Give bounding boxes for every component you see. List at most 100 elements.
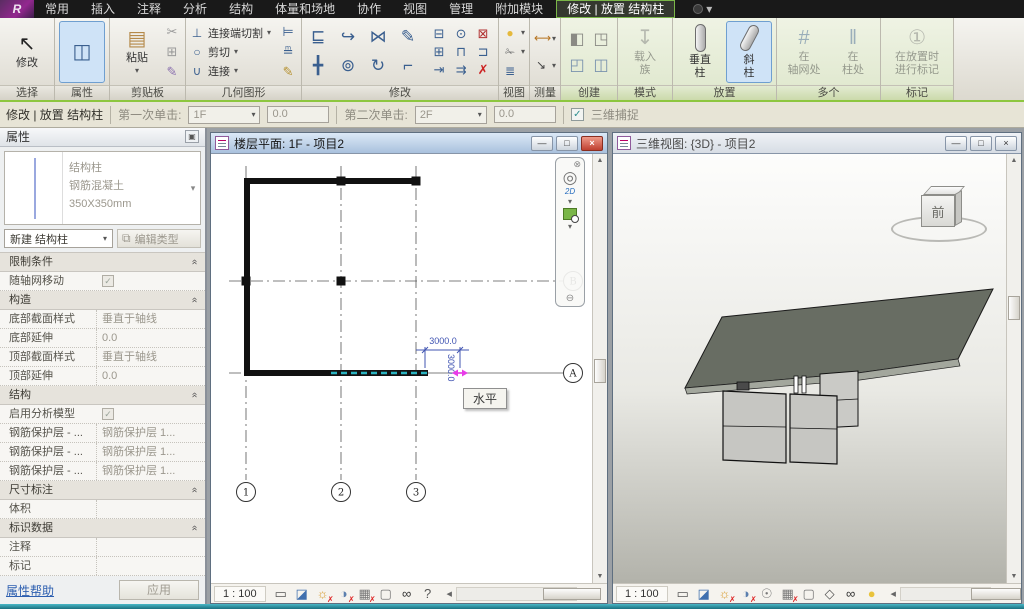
ribbon-tab[interactable]: 常用 [34,0,80,18]
properties-toggle-button[interactable]: ◫ [59,21,105,83]
rendering-icon[interactable]: ☉ [758,586,776,602]
chevron-down-icon[interactable]: ▾ [186,152,200,225]
property-row[interactable]: 底部延伸 0.0 ✓ » [0,329,205,348]
modify-button[interactable]: ↖ 修改 [4,21,50,83]
property-row[interactable]: 顶部延伸 0.0 ✓ » [0,367,205,386]
navbar-close-icon[interactable]: ⊗ [573,160,581,168]
panel-label[interactable]: 修改 [302,85,498,100]
shadows-icon[interactable]: ◑ ✗ [737,586,755,602]
chevron-down-icon[interactable]: ▾ [568,197,572,206]
viewcube-front-face[interactable]: 前 [921,195,955,227]
beam-wall-join-icon[interactable]: ⊨ [279,24,297,40]
move-icon[interactable]: ╋ [306,54,330,78]
analytical-model-icon[interactable]: ? [419,586,437,602]
property-row[interactable]: 限制条件 ✓ » [0,253,205,272]
show-crop-icon[interactable]: ▢ [800,586,818,602]
property-row[interactable]: 底部截面样式 垂直于轴线 ✓ » [0,310,205,329]
scale-icon[interactable]: ⊓ [452,44,470,60]
sun-path-icon[interactable]: ☼ ✗ [716,586,734,602]
dimension-value-vertical[interactable]: 3000.0 [446,354,456,382]
panel-label[interactable]: 多个 [777,85,880,100]
scroll-left-icon[interactable]: ◀ [443,590,456,598]
create-assembly-icon[interactable]: ◰ [568,57,586,73]
join-tool[interactable]: ∪ 连接 ▾ [190,62,271,79]
second-click-level-select[interactable]: 2F ▾ [415,106,487,124]
tag-on-placement-button[interactable]: ① 在放置时 进行标记 [885,21,949,83]
reveal-hidden-icon[interactable]: ∞ [842,586,860,602]
ribbon-tab[interactable]: 管理 [438,0,484,18]
chevron-down-icon[interactable]: ▾ [568,222,572,231]
cut-icon[interactable]: ✂ [163,24,181,40]
grid-bubble-2[interactable]: 2 [338,488,344,499]
property-row[interactable]: 随轴网移动 ✓ » [0,272,205,291]
3d-vertical-scrollbar[interactable]: ▲ ▼ [1006,154,1021,583]
paste-button[interactable]: ▤ 粘贴 ▾ [114,21,160,83]
at-columns-button[interactable]: ‖ 在 柱处 [830,21,876,83]
checkbox-checked-icon[interactable]: ✓ [102,408,114,420]
dimension-value[interactable]: 3000.0 [429,336,457,346]
trim-corner-icon[interactable]: ⌐ [396,54,420,78]
hide-isolate-icon[interactable]: ● ▾ [503,24,525,41]
ribbon-tab[interactable]: 结构 [218,0,264,18]
show-crop-icon[interactable]: ▢ [377,586,395,602]
first-click-offset-input[interactable]: 0.0 [267,106,329,123]
properties-help-link[interactable]: 属性帮助 [6,582,54,599]
section-collapse-icon[interactable]: » [186,259,204,265]
rotate-icon[interactable]: ↻ [366,54,390,78]
property-row[interactable]: 构造 ✓ » [0,291,205,310]
create-group-icon[interactable]: ◧ [568,31,586,47]
navbar-collapse-icon[interactable]: ⊖ [566,293,574,304]
section-collapse-icon[interactable]: » [186,297,204,303]
create-similar-icon[interactable]: ◳ [592,31,610,47]
ribbon-display-toggle[interactable]: ▾ [685,0,720,18]
ribbon-tab[interactable]: 协作 [346,0,392,18]
mirror-draw-icon[interactable]: ✎ [396,25,420,49]
measure-ruler-icon[interactable]: ⟷ ▾ [534,30,556,47]
property-row[interactable]: 钢筋保护层 - ... 钢筋保护层 1... ✓ » [0,443,205,462]
reveal-hidden-icon[interactable]: ∞ [398,586,416,602]
scroll-up-icon[interactable]: ▲ [593,154,607,167]
trim-extend-multi-icon[interactable]: ⇉ [452,62,470,78]
type-selector[interactable]: 结构柱 钢筋混凝土 350X350mm ▾ [4,151,201,226]
scrollbar-thumb[interactable] [1008,296,1020,320]
section-collapse-icon[interactable]: » [186,525,204,531]
restore-button[interactable]: □ [556,136,578,151]
wall-join-icon[interactable]: ≞ [279,44,297,60]
pin-icon[interactable]: ⊐ [474,44,492,60]
section-collapse-icon[interactable]: » [186,392,204,398]
offset-icon[interactable]: ↪ [336,25,360,49]
3d-canvas[interactable]: 前 [613,154,1006,583]
visual-style-icon[interactable]: ◪ [293,586,311,602]
at-grids-button[interactable]: # 在 轴网处 [781,21,827,83]
crop-view-icon[interactable]: ▦ ✗ [779,586,797,602]
navigation-bar[interactable]: ⊗ ◎ 2D ▾ ▾ ⊖ [555,157,585,307]
demolish-icon[interactable]: ✎ [279,64,297,80]
property-row[interactable]: 体积 ✓ » [0,500,205,519]
first-click-level-select[interactable]: 1F ▾ [188,106,260,124]
match-type-icon[interactable]: ✎ [163,64,181,80]
property-row[interactable]: 顶部截面样式 垂直于轴线 ✓ » [0,348,205,367]
scrollbar-thumb[interactable] [971,588,1021,600]
measure-between-icon[interactable]: ↘ ▾ [534,57,556,74]
property-row[interactable]: 结构 ✓ » [0,386,205,405]
detail-level-icon[interactable]: ▭ [674,586,692,602]
panel-label[interactable]: 视图 [499,85,529,100]
scroll-down-icon[interactable]: ▼ [1007,570,1021,583]
grid-bubble-A[interactable]: A [568,369,577,380]
ribbon-tab[interactable]: 分析 [172,0,218,18]
plan-vertical-scrollbar[interactable]: ▲ ▼ [592,154,607,583]
scroll-left-icon[interactable]: ◀ [887,590,900,598]
view-scale-button[interactable]: 1 : 100 [616,586,668,602]
property-row[interactable]: 启用分析模型 ✓ » [0,405,205,424]
checkbox-checked-icon[interactable]: ✓ [102,275,114,287]
zoom-icon[interactable] [563,208,577,220]
detail-level-icon[interactable]: ▭ [272,586,290,602]
sun-path-icon[interactable]: ☼ ✗ [314,586,332,602]
property-row[interactable]: 标记 ✓ » [0,557,205,576]
panel-label[interactable]: 剪贴板 [110,85,185,100]
crop-view-icon[interactable]: ▦ ✗ [356,586,374,602]
edit-type-button[interactable]: ⧉ 编辑类型 [117,229,201,248]
scroll-up-icon[interactable]: ▲ [1007,154,1021,167]
cutaway-icon[interactable]: ✁ ▾ [503,43,525,60]
unpin-icon[interactable]: ⊠ [474,26,492,42]
